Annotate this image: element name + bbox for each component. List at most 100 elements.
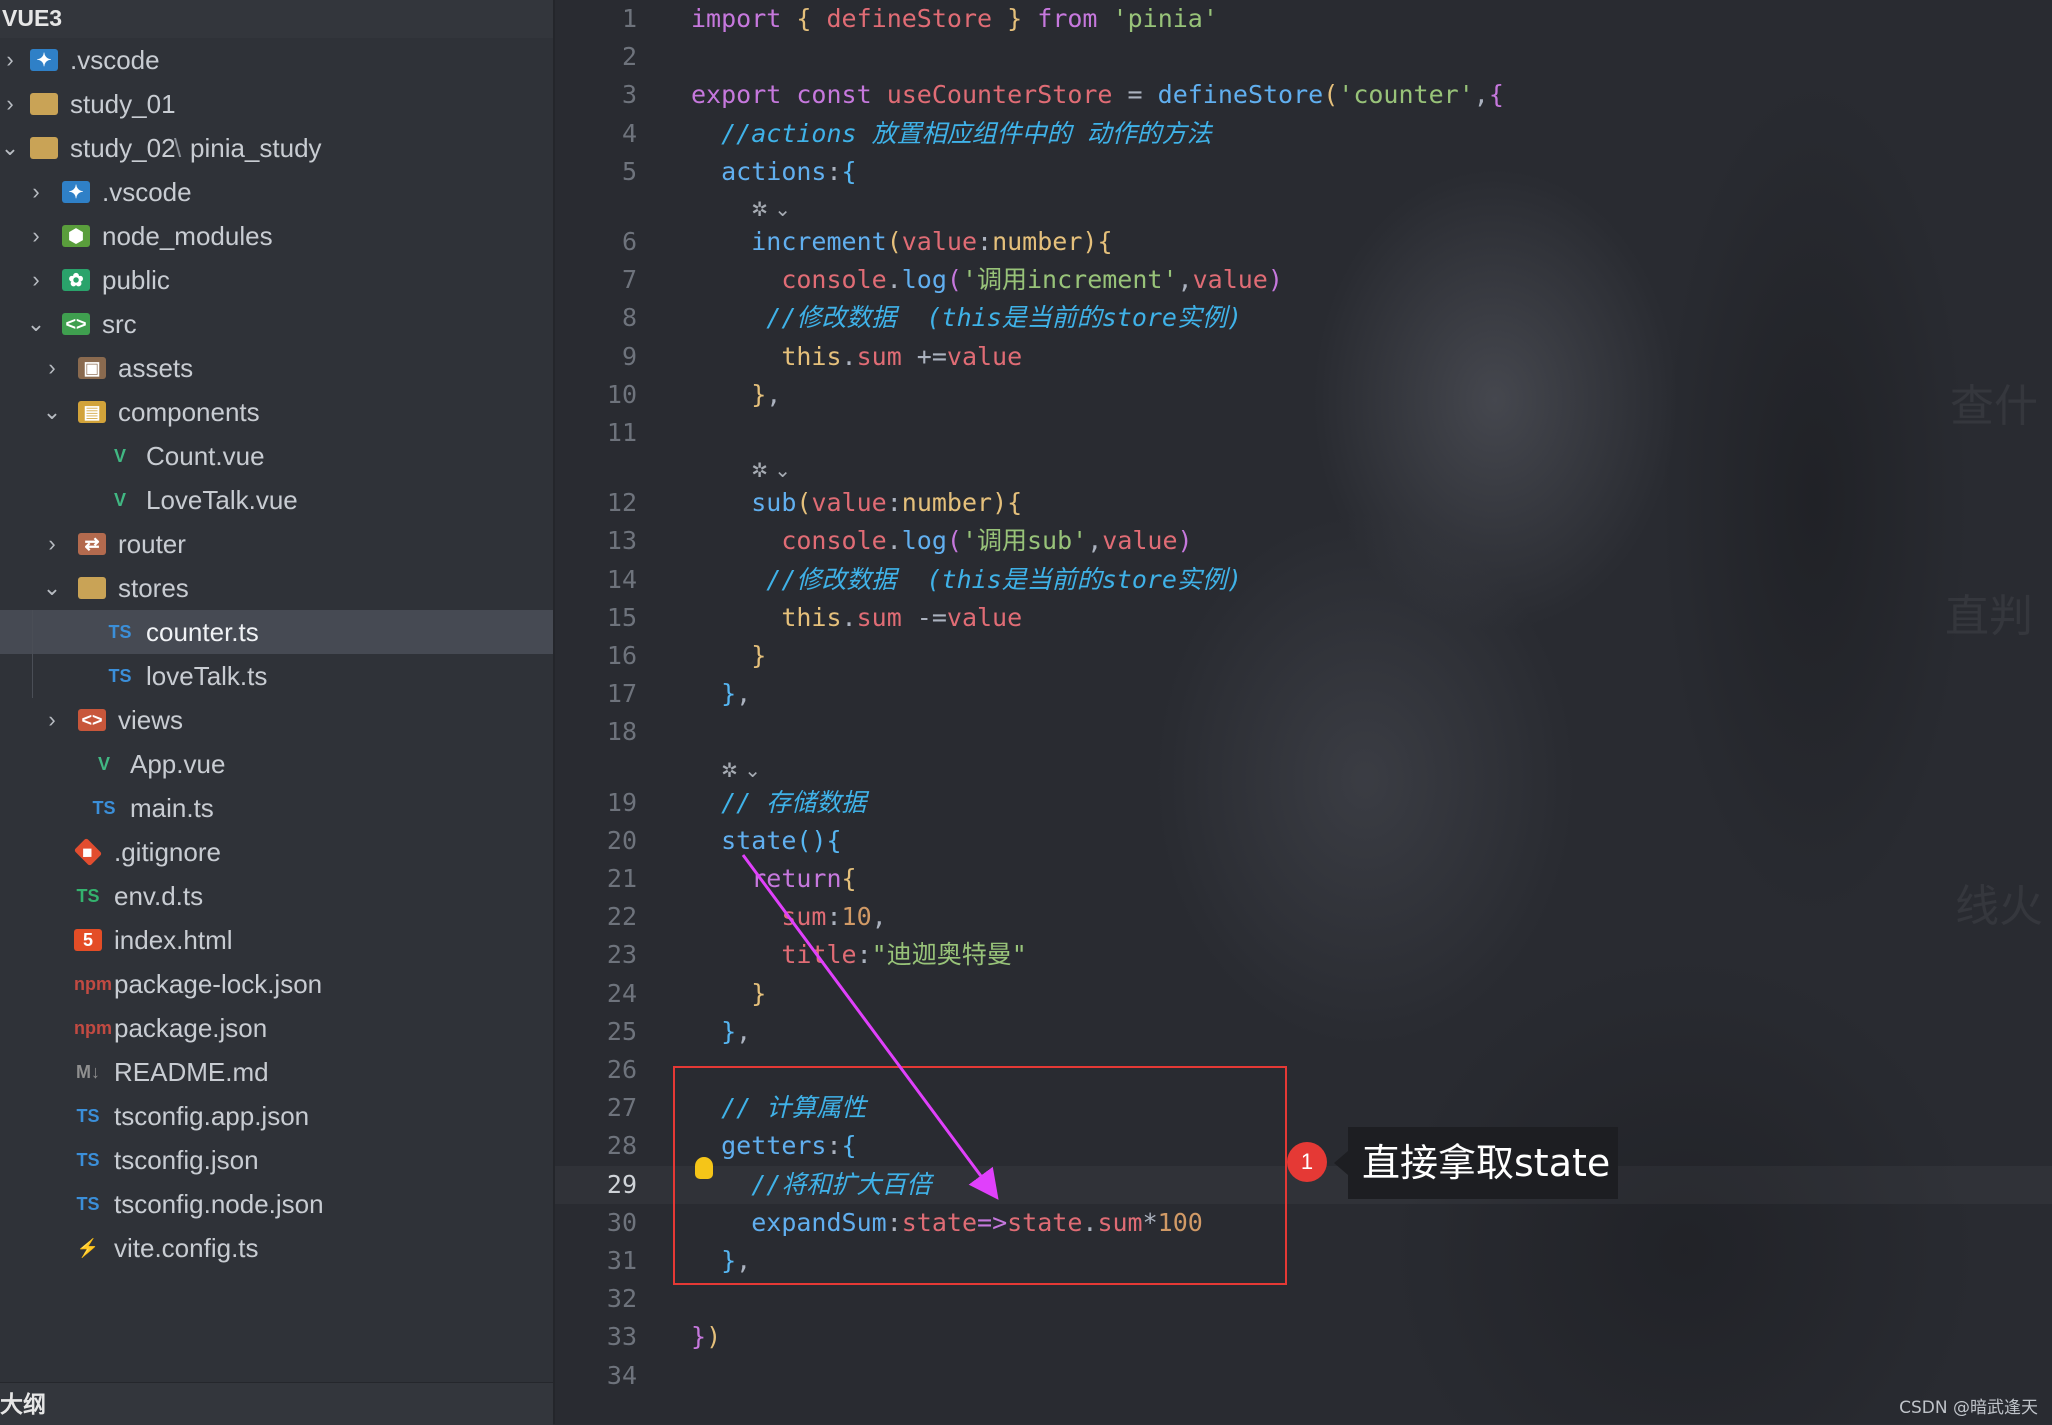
code-token: { — [1097, 227, 1113, 256]
tree-item[interactable]: TS tsconfig.node.json — [0, 1182, 553, 1226]
line-number: 16 — [606, 641, 637, 670]
code-line[interactable]: 10 }, — [555, 376, 2052, 414]
code-line[interactable]: 21 return{ — [555, 860, 2052, 898]
chevron-right-icon[interactable]: › — [0, 38, 20, 82]
chevron-down-icon[interactable]: ⌄ — [42, 566, 62, 610]
code-line[interactable]: 16 } — [555, 637, 2052, 675]
chevron-right-icon[interactable]: › — [0, 82, 20, 126]
code-line[interactable]: 19 // 存储数据 — [555, 784, 2052, 822]
tree-item[interactable]: › ✦ .vscode — [0, 170, 553, 214]
code-line[interactable]: 34 — [555, 1357, 2052, 1395]
code-lens-icon[interactable]: ✲ ⌄ — [751, 193, 791, 225]
tree-item[interactable]: npm package-lock.json — [0, 962, 553, 1006]
tree-item-label: main.ts — [130, 793, 214, 823]
code-token: '调用increment' — [961, 265, 1178, 295]
code-line[interactable]: 24 } — [555, 975, 2052, 1013]
outline-section-header[interactable]: 大纲 — [0, 1382, 553, 1425]
code-line[interactable]: 33}) — [555, 1318, 2052, 1356]
tree-item[interactable]: › ⇄ router — [0, 522, 553, 566]
tree-item[interactable]: › study_01 — [0, 82, 553, 126]
chevron-down-icon[interactable]: ⌄ — [0, 126, 20, 170]
tree-item[interactable]: TS counter.ts — [0, 610, 553, 654]
code-line[interactable]: 1 import { defineStore } from 'pinia' — [555, 0, 2052, 38]
code-line[interactable]: 11 — [555, 414, 2052, 452]
tree-item[interactable]: › ⬢ node_modules — [0, 214, 553, 258]
code-line[interactable]: 7 console.log('调用increment',value) — [555, 261, 2052, 299]
line-number: 9 — [621, 341, 637, 371]
code-line[interactable]: 5 actions:{ — [555, 153, 2052, 191]
tree-item[interactable]: npm package.json — [0, 1006, 553, 1050]
tree-item[interactable]: › ✦ .vscode — [0, 38, 553, 82]
code-line[interactable]: 20 state(){ — [555, 822, 2052, 860]
code-text: sum:10, — [691, 898, 886, 936]
tree-item[interactable]: TS tsconfig.app.json — [0, 1094, 553, 1138]
code-line[interactable]: 9 this.sum +=value — [555, 338, 2052, 376]
chevron-right-icon[interactable]: › — [26, 214, 46, 258]
code-line[interactable]: 17 }, — [555, 675, 2052, 713]
vue-file-icon: V — [97, 754, 110, 774]
code-lens-icon[interactable]: ✲ ⌄ — [751, 454, 791, 486]
line-number: 31 — [606, 1246, 637, 1275]
code-line[interactable]: 23 title:"迪迦奥特曼" — [555, 936, 2052, 974]
code-editor[interactable]: 查什 直判 线火 1 import { defineStore } from 'p… — [555, 0, 2052, 1424]
tree-item[interactable]: ⌄ study_02 \ pinia_study — [0, 126, 553, 170]
tree-item[interactable]: TS tsconfig.json — [0, 1138, 553, 1182]
line-number: 3 — [621, 80, 637, 110]
chevron-right-icon[interactable]: › — [42, 522, 62, 566]
tree-item[interactable]: TS env.d.ts — [0, 874, 553, 918]
explorer-sidebar: VUE3 › ✦ .vscode › study_01 ⌄ study_02 \ pinia_s… — [0, 0, 555, 1425]
tree-item[interactable]: V App.vue — [0, 742, 553, 786]
code-token: : — [886, 488, 902, 518]
code-line[interactable]: 32 — [555, 1280, 2052, 1318]
code-line[interactable]: 15 this.sum -=value — [555, 599, 2052, 637]
tree-item-label-compact[interactable]: pinia_study — [190, 126, 322, 170]
tree-item[interactable]: ◆ .gitignore — [0, 830, 553, 874]
code-line[interactable]: 12 sub(value:number){ — [555, 484, 2052, 522]
tree-item-label: tsconfig.node.json — [114, 1189, 324, 1219]
code-line[interactable]: 3 export const useCounterStore = defineSt… — [555, 76, 2052, 114]
chevron-right-icon[interactable]: › — [42, 346, 62, 390]
code-line[interactable]: 4 //actions 放置相应组件中的 动作的方法 — [555, 115, 2052, 153]
code-line[interactable]: 25 }, — [555, 1013, 2052, 1051]
public-folder-icon: ✿ — [62, 269, 90, 291]
chevron-down-icon[interactable]: ⌄ — [42, 390, 62, 434]
code-line[interactable]: 6 increment(value:number){ — [555, 223, 2052, 261]
code-line[interactable]: 8 //修改数据 (this是当前的store实例) — [555, 299, 2052, 337]
tree-item[interactable]: › ✿ public — [0, 258, 553, 302]
code-token: //actions 放置相应组件中的 动作的方法 — [721, 118, 1212, 148]
code-line[interactable]: 13 console.log('调用sub',value) — [555, 522, 2052, 560]
tree-item[interactable]: 5 index.html — [0, 918, 553, 962]
tree-item-label: tsconfig.json — [114, 1145, 259, 1175]
tree-item[interactable]: ⌄ ▤ components — [0, 390, 553, 434]
code-line[interactable]: 2 — [555, 38, 2052, 76]
tree-item[interactable]: ⚡ vite.config.ts — [0, 1226, 553, 1270]
html5-file-icon: 5 — [74, 929, 102, 951]
chevron-down-icon[interactable]: ⌄ — [26, 302, 46, 346]
tree-item[interactable]: TS loveTalk.ts — [0, 654, 553, 698]
code-line[interactable]: 18 — [555, 713, 2052, 751]
tree-item[interactable]: V LoveTalk.vue — [0, 478, 553, 522]
tree-item[interactable]: › <> views — [0, 698, 553, 742]
chevron-right-icon[interactable]: › — [42, 698, 62, 742]
code-lens-icon[interactable]: ✲ ⌄ — [721, 754, 761, 786]
explorer-title: VUE3 — [0, 0, 553, 38]
tree-item[interactable]: ⌄ stores — [0, 566, 553, 610]
code-token: sub — [751, 488, 797, 518]
chevron-right-icon[interactable]: › — [26, 170, 46, 214]
tree-item[interactable]: V Count.vue — [0, 434, 553, 478]
code-token: sum — [781, 902, 827, 932]
code-line[interactable]: 14 //修改数据 (this是当前的store实例) — [555, 561, 2052, 599]
tree-item[interactable]: M↓ README.md — [0, 1050, 553, 1094]
code-text: }, — [691, 1013, 751, 1051]
tree-item[interactable]: TS main.ts — [0, 786, 553, 830]
code-line[interactable]: 22 sum:10, — [555, 898, 2052, 936]
lightbulb-icon[interactable] — [695, 1157, 713, 1179]
chevron-right-icon[interactable]: › — [26, 258, 46, 302]
tree-item[interactable]: ⌄ <> src — [0, 302, 553, 346]
tree-item[interactable]: › ▣ assets — [0, 346, 553, 390]
